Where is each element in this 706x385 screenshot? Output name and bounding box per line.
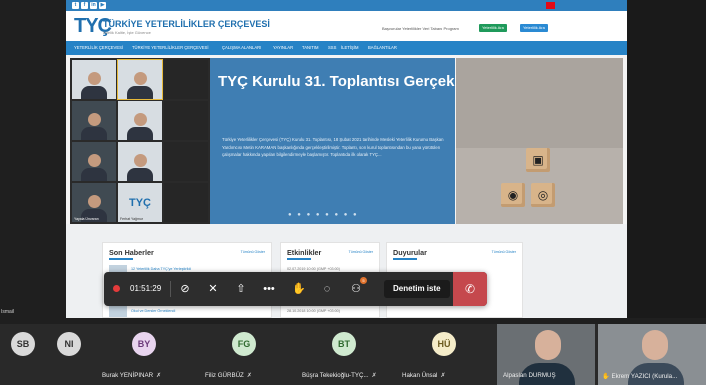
hang-up-button[interactable]: ✆ (453, 272, 487, 306)
lightbulb-icon: ◉ (507, 188, 519, 202)
video-tile: TYÇ Ferhat Yağmur (118, 183, 162, 222)
show-all-link[interactable]: Tümünü Göster (241, 250, 265, 254)
raised-hand-icon: ✋ (602, 373, 610, 380)
participant-name: ✋ Ekrem YAZICI (Kurula... (602, 373, 678, 380)
target-icon: ◎ (537, 188, 549, 202)
avatar: NI (57, 332, 81, 356)
video-tile (164, 142, 208, 181)
participant-tile[interactable]: BY Burak YENİPINAR ✗ (92, 324, 192, 385)
shared-screen: t f in ▶ TYÇ TÜRKİYE YETERLİLİKLER ÇERÇE… (66, 0, 627, 318)
participant-video[interactable]: ✋ Ekrem YAZICI (Kurula... (598, 324, 706, 385)
search-qualification-button-2[interactable]: Yeterlilik Ara (520, 24, 548, 32)
participant-name: Hakan Ünsal ✗ (402, 372, 446, 379)
video-tile (164, 101, 208, 140)
recording-icon (113, 285, 120, 292)
raise-hand-icon[interactable]: ✋ (291, 281, 307, 297)
main-nav: YETERLİLİK ÇERÇEVESİ TÜRKİYE YETERLİLİKL… (66, 41, 627, 55)
turkey-flag-icon[interactable] (546, 2, 555, 9)
video-tile (72, 142, 116, 181)
nav-item[interactable]: İLETİŞİM (341, 45, 358, 50)
participant-tile[interactable]: BT Büşra Tekekioğlu-TYÇ... ✗ (292, 324, 392, 385)
avatar: HÜ (432, 332, 456, 356)
mic-muted-icon: ✗ (156, 372, 162, 379)
video-tile (118, 142, 162, 181)
video-tile (72, 60, 116, 99)
show-all-link[interactable]: Tümünü Göster (492, 250, 516, 254)
meeting-grid-image: Yayala Ünvaran TYÇ Ferhat Yağmur (70, 58, 210, 224)
mic-muted-icon: ✗ (440, 372, 446, 379)
nav-item[interactable]: TANITIM (302, 45, 318, 50)
avatar: BT (332, 332, 356, 356)
social-bar: t f in ▶ (66, 0, 627, 11)
side-video-strip (627, 0, 706, 318)
video-tile (117, 59, 163, 100)
events-title: Etkinlikler (287, 248, 322, 257)
event-item[interactable]: 02.07.2019 10:00 (GMP +03:00) (287, 267, 340, 271)
participant-tile[interactable]: HÜ Hakan Ünsal ✗ (392, 324, 492, 385)
participants-count-badge: 5 (360, 277, 367, 284)
mic-muted-icon: ✗ (246, 372, 253, 379)
speaker-label: Ismail (1, 309, 15, 315)
share-screen-icon[interactable]: ⇧ (233, 281, 249, 297)
avatar: BY (132, 332, 156, 356)
avatar: SB (11, 332, 35, 356)
camera-off-icon[interactable]: ⊘ (177, 281, 193, 297)
slide-photo: ▣ ◉ ◎ (456, 58, 623, 224)
facebook-icon[interactable]: f (81, 2, 88, 9)
participant-tile[interactable]: FG Filiz GÜRBÜZ ✗ (192, 324, 292, 385)
nav-item[interactable]: SSS (328, 45, 336, 50)
nav-item[interactable]: YAYINLAR (273, 45, 293, 50)
avatar: FG (232, 332, 256, 356)
participant-name: Filiz GÜRBÜZ ✗ (205, 372, 253, 379)
briefcase-icon: ▣ (532, 153, 544, 167)
tyc-logo-icon: TYÇ (129, 196, 151, 209)
participant-tile[interactable]: SB (0, 324, 46, 385)
video-tile: Yayala Ünvaran (72, 183, 116, 222)
meeting-timer: 01:51:29 (130, 284, 162, 293)
search-qualification-button[interactable]: Yeterlilik Ara (479, 24, 507, 32)
twitter-icon[interactable]: t (72, 2, 79, 9)
nav-item[interactable]: BAĞLANTILAR (368, 45, 397, 50)
slider-dots[interactable]: ● ● ● ● ● ● ● ● (288, 212, 359, 218)
show-all-link[interactable]: Tümünü Göster (349, 250, 373, 254)
site-title: TÜRKİYE YETERLİLİKLER ÇERÇEVESİ (103, 19, 270, 29)
participant-name: Burak YENİPINAR ✗ (102, 372, 162, 379)
video-tile (72, 101, 116, 140)
nav-item[interactable]: TÜRKİYE YETERLİLİKLER ÇERÇEVESİ (132, 45, 209, 50)
request-control-button[interactable]: Denetim iste (384, 280, 450, 298)
participant-tile[interactable]: NI (46, 324, 92, 385)
news-slider[interactable]: Yayala Ünvaran TYÇ Ferhat Yağmur TYÇ Kuru… (70, 58, 512, 224)
event-item[interactable]: 28.10.2018 10:00 (GMP +03:00) (287, 309, 340, 313)
youtube-icon[interactable]: ▶ (99, 2, 106, 9)
participant-video[interactable]: Alpaslan DURMUŞ (497, 324, 595, 385)
nav-item[interactable]: YETERLİLİK ÇERÇEVESİ (74, 45, 123, 50)
site-subtitle: Nitelik Kalite, İşte Güvence (103, 30, 151, 35)
video-tile (118, 101, 162, 140)
news-thumbnail[interactable] (109, 305, 127, 317)
chat-icon[interactable]: ◌ (319, 281, 335, 297)
nav-item[interactable]: ÇALIŞMA ALANLARI (222, 45, 261, 50)
meeting-toolbar: 01:51:29 ⊘ ✕ ⇧ ••• ✋ ◌ ⚇ 5 Denetim iste … (104, 272, 487, 306)
slide-text: Türkiye Yeterlilikler Çerçevesi (TYÇ) Ku… (222, 137, 444, 157)
header-links[interactable]: Başvurular Yeterlilikler Veri Tabanı Pro… (382, 26, 459, 31)
participant-name: Büşra Tekekioğlu-TYÇ... ✗ (302, 372, 377, 379)
news-item[interactable]: 12 Yeterlilik Daha TYÇ'ye Yerleştirildi (131, 267, 191, 271)
mic-off-icon[interactable]: ✕ (205, 281, 221, 297)
mic-muted-icon: ✗ (371, 372, 377, 379)
video-tile (164, 183, 208, 222)
linkedin-icon[interactable]: in (90, 2, 97, 9)
more-options-icon[interactable]: ••• (261, 281, 277, 297)
participant-name: Alpaslan DURMUŞ (503, 372, 556, 379)
latest-news-title: Son Haberler (109, 248, 154, 257)
announcements-title: Duyurular (393, 248, 427, 257)
site-header: TYÇ TÜRKİYE YETERLİLİKLER ÇERÇEVESİ Nite… (66, 11, 627, 41)
news-item[interactable]: Okul ve Dersler Örneklendi (131, 309, 175, 313)
video-tile (164, 60, 208, 99)
